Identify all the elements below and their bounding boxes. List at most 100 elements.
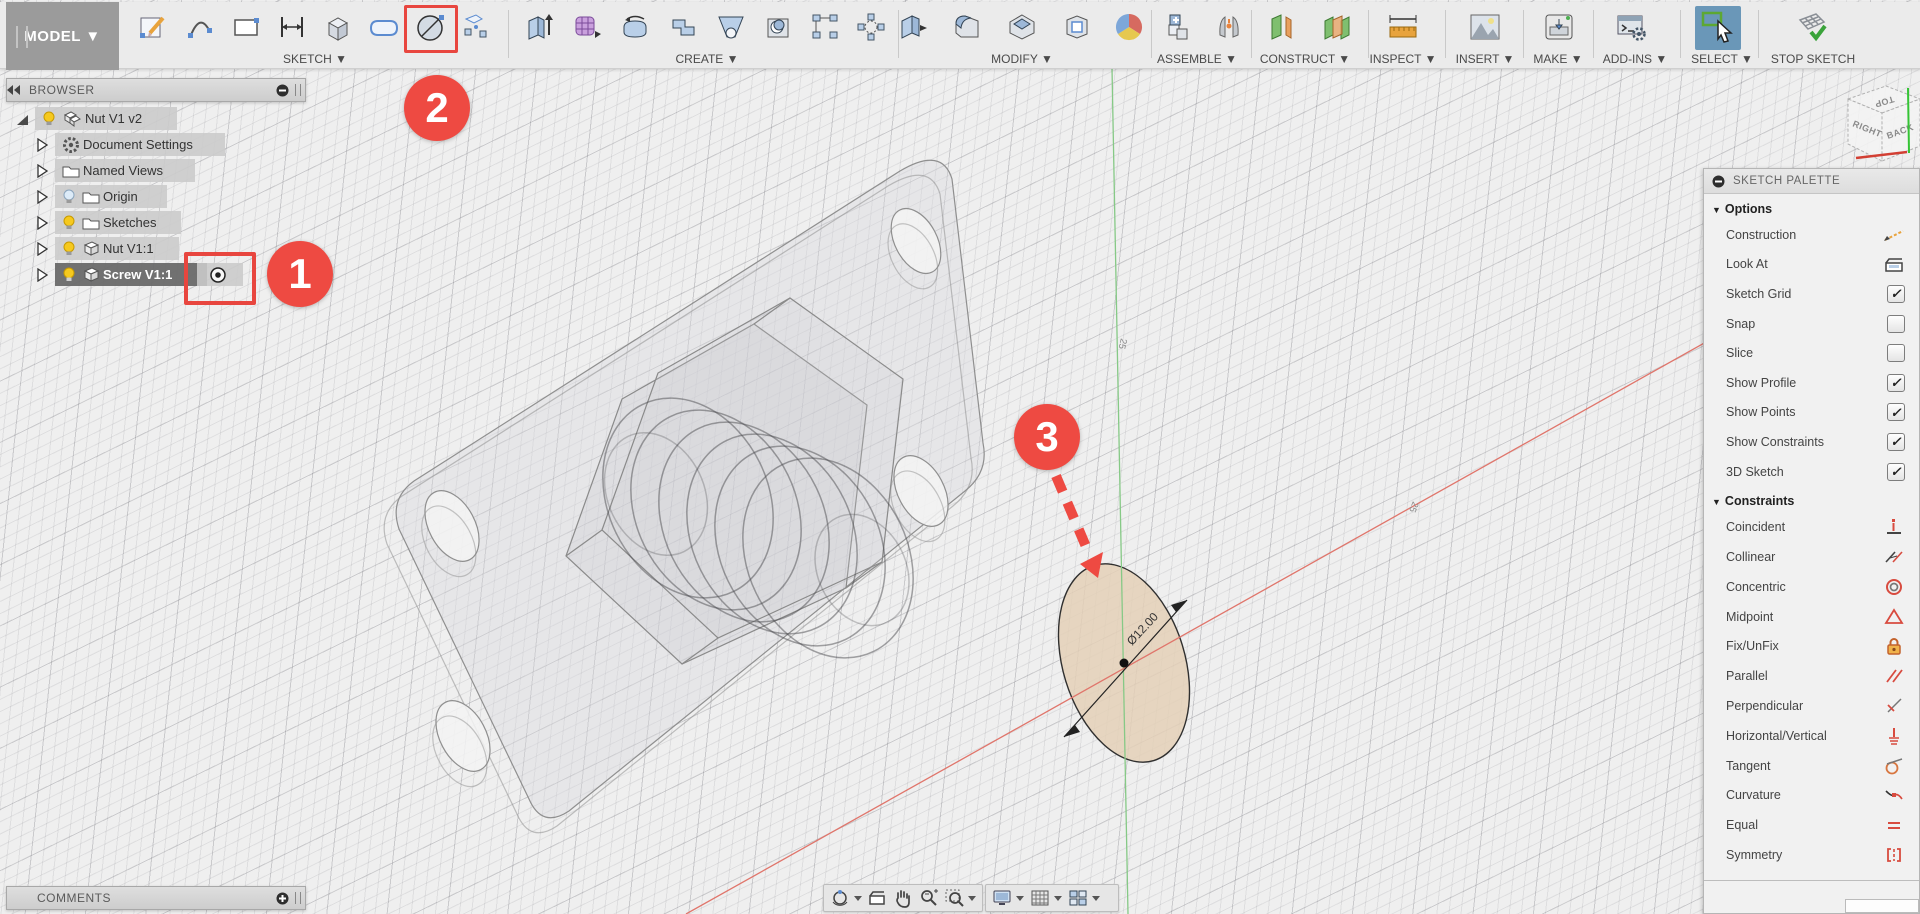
- look-at-option-icon[interactable]: [1883, 253, 1905, 275]
- create-menu[interactable]: CREATE ▼: [676, 52, 739, 66]
- inspect-menu[interactable]: INSPECT ▼: [1369, 52, 1436, 66]
- constraints-section-header[interactable]: ▼Constraints: [1704, 486, 1919, 512]
- tree-item-named-views[interactable]: Named Views: [55, 159, 195, 182]
- option-row-show-points[interactable]: Show Points ✓: [1704, 398, 1919, 428]
- pan-icon[interactable]: [890, 887, 916, 909]
- lock-icon[interactable]: [1883, 635, 1905, 657]
- insert-menu[interactable]: INSERT ▼: [1456, 52, 1515, 66]
- sketch-dimension-icon[interactable]: [273, 8, 311, 46]
- constraint-symmetry[interactable]: Symmetry: [1704, 840, 1919, 870]
- horizontal-vertical-icon[interactable]: [1883, 725, 1905, 747]
- grid-dropdown-caret[interactable]: [1054, 896, 1062, 901]
- new-component-icon[interactable]: [1158, 8, 1196, 46]
- symmetry-icon[interactable]: [1883, 844, 1905, 866]
- concentric-icon[interactable]: [1883, 576, 1905, 598]
- construction-line-icon[interactable]: [1883, 224, 1905, 246]
- show-points-checkbox[interactable]: ✓: [1887, 403, 1905, 421]
- joint-icon[interactable]: [1210, 8, 1248, 46]
- sketch-pattern-icon[interactable]: [457, 8, 495, 46]
- extrude-icon[interactable]: [520, 8, 558, 46]
- tree-item-sketches[interactable]: Sketches: [55, 211, 181, 234]
- option-row-show-constraints[interactable]: Show Constraints ✓: [1704, 427, 1919, 457]
- addins-icon[interactable]: [1612, 8, 1650, 46]
- midpoint-icon[interactable]: [1883, 606, 1905, 628]
- appearance-icon[interactable]: [1110, 8, 1148, 46]
- form-icon[interactable]: [568, 8, 606, 46]
- collinear-icon[interactable]: [1883, 546, 1905, 568]
- perpendicular-icon[interactable]: [1883, 695, 1905, 717]
- parallel-icon[interactable]: [1883, 665, 1905, 687]
- slice-checkbox[interactable]: [1887, 344, 1905, 362]
- constraint-collinear[interactable]: Collinear: [1704, 542, 1919, 572]
- construct-menu[interactable]: CONSTRUCT ▼: [1260, 52, 1350, 66]
- option-row-sketch-grid[interactable]: Sketch Grid ✓: [1704, 279, 1919, 309]
- constraint-horizontal-vertical[interactable]: Horizontal/Vertical: [1704, 721, 1919, 751]
- collapsed-arrow-icon[interactable]: [37, 268, 48, 282]
- tree-item-nut-body[interactable]: Nut V1:1: [55, 237, 179, 260]
- visibility-bulb-icon[interactable]: [62, 241, 76, 256]
- fillet-icon[interactable]: [948, 8, 986, 46]
- construction-plane-icon[interactable]: [1264, 8, 1302, 46]
- visibility-bulb-off-icon[interactable]: [62, 189, 76, 204]
- orbit-dropdown-caret[interactable]: [854, 896, 862, 901]
- option-row-3d-sketch[interactable]: 3D Sketch ✓: [1704, 457, 1919, 487]
- chamfer-icon[interactable]: [1003, 8, 1041, 46]
- browser-header[interactable]: BROWSER: [6, 78, 306, 102]
- coincident-icon[interactable]: [1883, 516, 1905, 538]
- palette-footer-button[interactable]: [1845, 899, 1919, 913]
- view-cube[interactable]: RIGHT BACK TOP: [1848, 86, 1920, 161]
- constraint-parallel[interactable]: Parallel: [1704, 661, 1919, 691]
- constraint-concentric[interactable]: Concentric: [1704, 572, 1919, 602]
- option-row-slice[interactable]: Slice: [1704, 338, 1919, 368]
- collapsed-arrow-icon[interactable]: [37, 190, 48, 204]
- equal-icon[interactable]: [1883, 814, 1905, 836]
- display-settings-icon[interactable]: [989, 887, 1015, 909]
- orbit-icon[interactable]: [827, 887, 853, 909]
- zoom-dropdown-caret[interactable]: [968, 896, 976, 901]
- midplane-icon[interactable]: [1318, 8, 1356, 46]
- viewports-icon[interactable]: [1065, 887, 1091, 909]
- constraint-tangent[interactable]: Tangent: [1704, 751, 1919, 781]
- rectangular-pattern-icon[interactable]: [806, 8, 844, 46]
- collapsed-arrow-icon[interactable]: [37, 216, 48, 230]
- loft-icon[interactable]: [712, 8, 750, 46]
- constraint-curvature[interactable]: Curvature: [1704, 781, 1919, 811]
- slot-tool-icon[interactable]: [365, 8, 403, 46]
- options-section-header[interactable]: ▼Options: [1704, 194, 1919, 220]
- option-row-construction[interactable]: Construction: [1704, 220, 1919, 250]
- project-tool-icon[interactable]: [319, 8, 357, 46]
- 3d-sketch-checkbox[interactable]: ✓: [1887, 463, 1905, 481]
- tree-item-origin[interactable]: Origin: [55, 185, 167, 208]
- sketch-center-point[interactable]: [1120, 659, 1129, 668]
- display-dropdown-caret[interactable]: [1016, 896, 1024, 901]
- tree-item-document-settings[interactable]: Document Settings: [55, 133, 225, 156]
- viewports-dropdown-caret[interactable]: [1092, 896, 1100, 901]
- collapsed-arrow-icon[interactable]: [37, 138, 48, 152]
- snap-checkbox[interactable]: [1887, 315, 1905, 333]
- sketch-grid-checkbox[interactable]: ✓: [1887, 285, 1905, 303]
- tangent-icon[interactable]: [1883, 755, 1905, 777]
- collapse-panel-icon[interactable]: [7, 85, 21, 95]
- minimize-panel-icon[interactable]: [276, 84, 289, 97]
- measure-icon[interactable]: [1384, 8, 1422, 46]
- constraint-midpoint[interactable]: Midpoint: [1704, 602, 1919, 632]
- show-constraints-checkbox[interactable]: ✓: [1887, 433, 1905, 451]
- 3d-scene[interactable]: 25 25 Ø12.00 RIGHT BACK TOP: [0, 0, 1920, 914]
- sweep-icon[interactable]: [664, 8, 702, 46]
- sketch-menu[interactable]: SKETCH ▼: [283, 52, 347, 66]
- select-menu[interactable]: SELECT ▼: [1691, 52, 1753, 66]
- stop-sketch-icon[interactable]: [1793, 8, 1831, 46]
- zoom-icon[interactable]: [916, 887, 942, 909]
- comments-bar[interactable]: COMMENTS: [6, 886, 306, 910]
- look-at-icon[interactable]: [865, 887, 891, 909]
- expanded-arrow-icon[interactable]: [16, 113, 29, 126]
- select-tool-button[interactable]: [1695, 6, 1741, 50]
- sketch-palette-header[interactable]: SKETCH PALETTE: [1704, 169, 1919, 194]
- addins-menu[interactable]: ADD-INS ▼: [1603, 52, 1668, 66]
- minimize-palette-icon[interactable]: [1712, 175, 1725, 188]
- curvature-icon[interactable]: [1883, 784, 1905, 806]
- option-row-show-profile[interactable]: Show Profile ✓: [1704, 368, 1919, 398]
- circular-pattern-icon[interactable]: [852, 8, 890, 46]
- visibility-bulb-icon[interactable]: [62, 267, 76, 282]
- add-comment-icon[interactable]: [276, 892, 289, 905]
